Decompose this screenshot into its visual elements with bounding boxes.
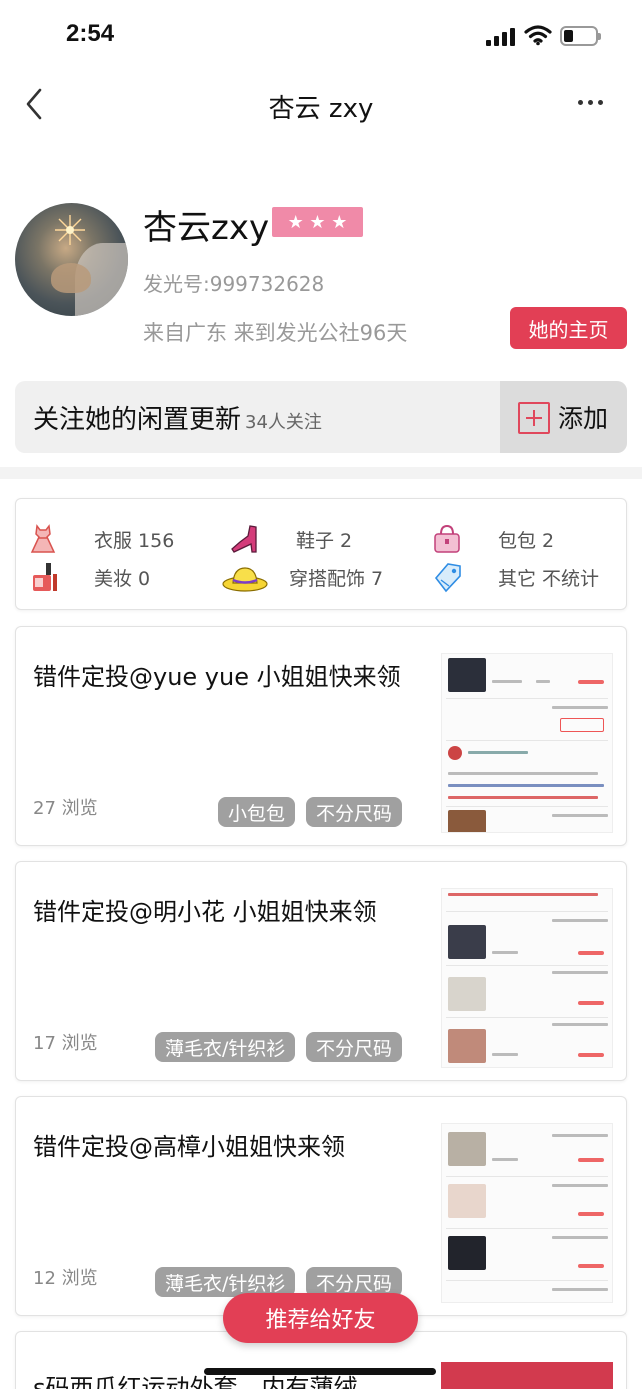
- user-location-days: 来自广东 来到发光公社96天: [143, 321, 408, 345]
- post-tag: 小包包: [218, 797, 296, 827]
- battery-icon: [560, 26, 601, 46]
- category-stats-card: 衣服 156 鞋子 2 包包 2 美妆 0 穿搭配饰 7 其它 不统计: [15, 498, 627, 610]
- category-other[interactable]: 其它 不统计: [430, 559, 599, 595]
- post-tag: 不分尺码: [306, 1032, 403, 1062]
- handbag-icon: [434, 524, 460, 553]
- post-thumbnail: [441, 888, 613, 1068]
- her-homepage-button[interactable]: 她的主页: [510, 307, 627, 349]
- signal-icon: [486, 28, 518, 46]
- plus-icon: [518, 402, 550, 434]
- add-label: 添加: [558, 404, 609, 433]
- post-views: 17 浏览: [33, 1033, 98, 1054]
- username: 杏云zxy: [143, 208, 270, 248]
- category-makeup[interactable]: 美妆 0: [26, 559, 150, 595]
- section-divider: [0, 467, 642, 479]
- avatar[interactable]: [15, 203, 128, 316]
- post-title: 错件定投@yue yue 小姐姐快来领: [33, 663, 401, 691]
- post-views: 27 浏览: [33, 798, 98, 819]
- tag-icon: [434, 563, 461, 593]
- page-title: 杏云 zxy: [268, 94, 374, 124]
- makeup-icon: [33, 563, 57, 591]
- post-title: 错件定投@高樟小姐姐快来领: [33, 1133, 345, 1161]
- post-title: 错件定投@明小花 小姐姐快来领: [33, 898, 377, 926]
- add-follow-button[interactable]: 添加: [500, 381, 627, 453]
- recommend-to-friend-button[interactable]: 推荐给好友: [223, 1293, 418, 1343]
- post-tag: 薄毛衣/针织衫: [155, 1032, 296, 1062]
- post-card[interactable]: 错件定投@高樟小姐姐快来领 12 浏览 薄毛衣/针织衫 不分尺码: [15, 1096, 627, 1316]
- status-bar: 2:54: [0, 0, 642, 70]
- user-id: 发光号:999732628: [143, 272, 325, 296]
- dress-icon: [30, 524, 56, 553]
- home-indicator: [204, 1368, 436, 1375]
- shoe-icon: [231, 525, 257, 553]
- post-card[interactable]: 错件定投@yue yue 小姐姐快来领 27 浏览 小包包 不分尺码: [15, 626, 627, 846]
- category-accessories[interactable]: 穿搭配饰 7: [221, 559, 383, 595]
- battery-level: [564, 30, 573, 42]
- follow-updates-bar: 关注她的闲置更新 34人关注 添加: [15, 381, 627, 453]
- hat-icon: [222, 567, 268, 592]
- more-icon[interactable]: [576, 96, 606, 110]
- post-tag: 不分尺码: [306, 797, 403, 827]
- category-clothes[interactable]: 衣服 156: [26, 521, 174, 557]
- post-views: 12 浏览: [33, 1268, 98, 1289]
- level-stars-badge: ★ ★ ★: [272, 207, 363, 237]
- post-thumbnail: [441, 1123, 613, 1303]
- follow-count: 34人关注: [245, 412, 322, 433]
- post-thumbnail: [441, 653, 613, 833]
- wifi-icon: [524, 25, 552, 46]
- post-card[interactable]: 错件定投@明小花 小姐姐快来领 17 浏览 薄毛衣/针织衫 不分尺码: [15, 861, 627, 1081]
- status-time: 2:54: [66, 20, 115, 47]
- category-shoes[interactable]: 鞋子 2: [228, 521, 352, 557]
- post-thumbnail: [441, 1362, 613, 1389]
- follow-label: 关注她的闲置更新: [33, 405, 242, 435]
- category-bags[interactable]: 包包 2: [430, 521, 554, 557]
- follow-label-wrap: 关注她的闲置更新 34人关注: [33, 399, 322, 436]
